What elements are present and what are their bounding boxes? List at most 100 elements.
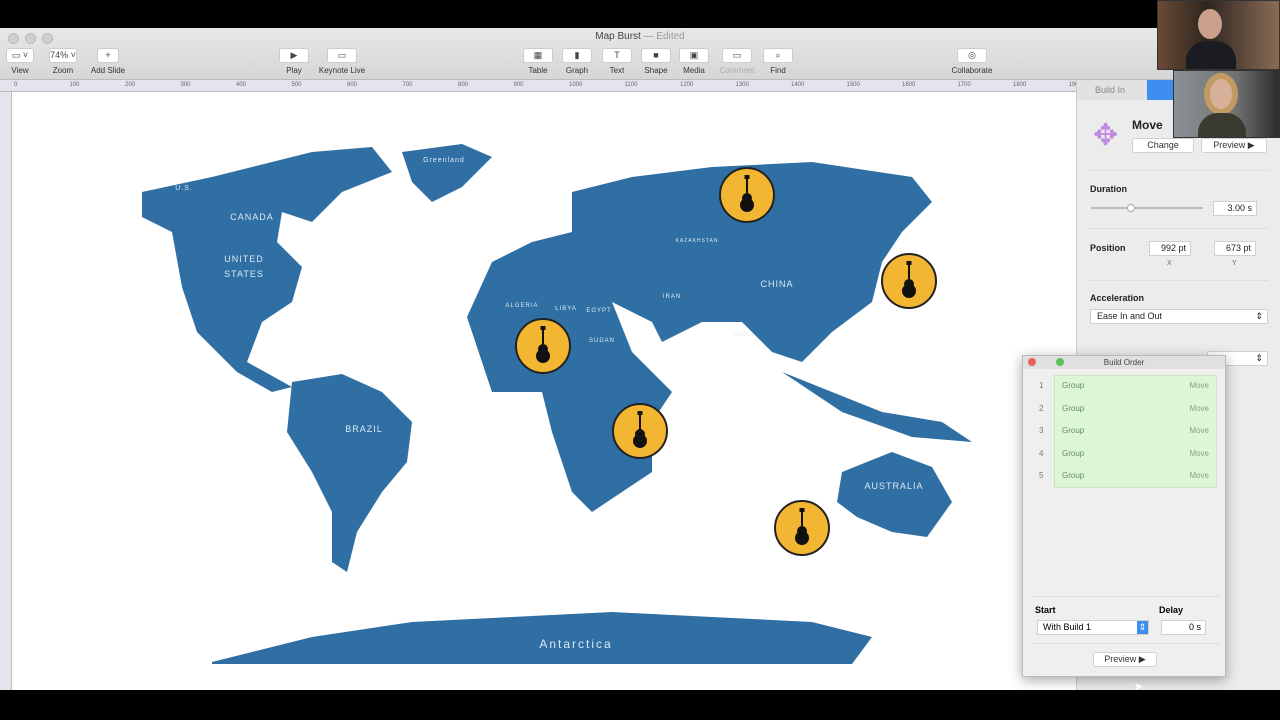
duration-label: Duration: [1090, 184, 1127, 194]
ruler-tick: 800: [458, 82, 469, 88]
build-preview-button[interactable]: Preview ▶: [1093, 652, 1157, 667]
x-label: X: [1167, 260, 1172, 267]
build-effect: Move: [1189, 381, 1209, 390]
effect-name: Move: [1132, 118, 1163, 132]
label-us-short: U.S.: [175, 185, 193, 192]
collaborate-icon: ◎: [957, 48, 987, 63]
build-order-panel: Build Order 1 Group Move 2 Group Move 3 Group Mo…: [1022, 355, 1226, 677]
move-arrows-icon: ✥: [1093, 119, 1119, 152]
label-sudan: SUDAN: [589, 338, 615, 344]
label-greenland: Greenland: [423, 157, 465, 164]
build-number: 5: [1039, 471, 1044, 481]
guitar-marker[interactable]: [719, 167, 775, 223]
ruler-tick: 300: [180, 82, 191, 88]
ruler-tick: 1800: [1013, 82, 1027, 88]
delay-field[interactable]: 0 s: [1161, 620, 1206, 635]
toolbar-add-slide[interactable]: + Add Slide: [78, 48, 138, 75]
label-australia: AUSTRALIA: [864, 481, 923, 491]
guitar-marker[interactable]: [774, 500, 830, 556]
delay-label: Delay: [1159, 605, 1184, 615]
guitar-marker[interactable]: [515, 318, 571, 374]
y-label: Y: [1232, 260, 1237, 267]
toolbar-collaborate[interactable]: ◎ Collaborate: [942, 48, 1002, 75]
label-libya: LIBYA: [555, 306, 577, 312]
acceleration-select[interactable]: Ease In and Out ⇕: [1090, 309, 1268, 324]
guitar-marker[interactable]: [881, 253, 937, 309]
se-asia: [782, 372, 972, 442]
toolbar-label: Collaborate: [951, 66, 993, 75]
position-label: Position: [1090, 243, 1126, 253]
greenland: [402, 144, 492, 202]
north-america: [142, 147, 392, 392]
position-x-field[interactable]: 992 pt: [1149, 241, 1191, 256]
start-select[interactable]: With Build 1 ⇕: [1037, 620, 1149, 635]
label-iran: IRAN: [663, 294, 681, 300]
build-order-title: Build Order: [1023, 356, 1225, 369]
label-canada: CANADA: [230, 212, 274, 222]
label-antarctica: Antarctica: [539, 637, 612, 651]
build-object: Group: [1062, 471, 1085, 481]
ruler-tick: 200: [125, 82, 136, 88]
duration-field[interactable]: 3.00 s: [1213, 201, 1257, 216]
label-kazakhstan: KAZAKHSTAN: [676, 238, 719, 244]
build-effect: Move: [1189, 448, 1209, 458]
ruler-tick: 600: [347, 82, 358, 88]
build-item[interactable]: 4 Group Move: [1023, 443, 1227, 465]
label-algeria: ALGERIA: [505, 303, 538, 309]
ruler-tick: 1300: [735, 82, 749, 88]
build-effect: Move: [1189, 403, 1209, 413]
acceleration-label: Acceleration: [1090, 293, 1145, 303]
label-united: UNITED: [224, 254, 264, 264]
build-item[interactable]: 3 Group Move: [1023, 420, 1227, 442]
build-number: 2: [1039, 403, 1044, 413]
toolbar-find[interactable]: ⌕ Find: [748, 48, 808, 75]
ruler-tick: 1000: [569, 82, 583, 88]
zoom-icon: 74% ˅: [49, 48, 77, 63]
change-button[interactable]: Change: [1132, 138, 1194, 153]
build-effect: Move: [1189, 426, 1209, 436]
position-y-field[interactable]: 673 pt: [1214, 241, 1256, 256]
ruler-tick: 1400: [791, 82, 805, 88]
build-number: 4: [1039, 448, 1044, 458]
add-slide-icon: +: [97, 48, 119, 63]
horizontal-ruler: 0 100 200 300 400 500 600 700 800 900 1000 1100 1200…: [0, 80, 1079, 92]
ruler-tick: 1700: [957, 82, 971, 88]
label-china: CHINA: [760, 279, 793, 289]
build-number: 3: [1039, 426, 1044, 436]
toolbar-keynote-live[interactable]: ▭ Keynote Live: [312, 48, 372, 75]
tab-build-in[interactable]: Build In: [1077, 80, 1147, 100]
guitar-marker[interactable]: [612, 403, 668, 459]
keynote-live-icon: ▭: [327, 48, 357, 63]
play-icon: ▶: [279, 48, 309, 63]
build-effect: Move: [1189, 471, 1209, 481]
ruler-tick: 100: [69, 82, 80, 88]
ruler-tick: 900: [513, 82, 524, 88]
toolbar-label: Find: [770, 66, 786, 75]
slide-canvas[interactable]: Greenland U.S. CANADA UNITED STATES BRAZ…: [12, 92, 1076, 690]
build-item[interactable]: 5 Group Move: [1023, 465, 1227, 487]
build-object: Group: [1062, 426, 1085, 436]
south-america: [287, 374, 412, 572]
toolbar: Map Burst — Edited ▭ ˅ View 74% ˅ Zoom + Add …: [0, 28, 1280, 80]
ruler-tick: 400: [236, 82, 247, 88]
close-icon[interactable]: [1028, 358, 1036, 366]
ruler-tick: 1100: [624, 82, 638, 88]
zoom-icon[interactable]: [1056, 358, 1064, 366]
find-icon: ⌕: [763, 48, 793, 63]
toolbar-label: Keynote Live: [318, 66, 366, 75]
start-label: Start: [1035, 605, 1056, 615]
ruler-tick: 1200: [680, 82, 694, 88]
webcam-participant-2: [1173, 70, 1280, 138]
duration-slider[interactable]: [1091, 204, 1203, 212]
view-icon: ▭ ˅: [6, 48, 34, 63]
toolbar-label: Add Slide: [90, 66, 126, 75]
ruler-tick: 1500: [846, 82, 860, 88]
build-object: Group: [1062, 381, 1085, 390]
webcam-participant-1: [1157, 0, 1280, 70]
label-brazil: BRAZIL: [345, 424, 383, 434]
build-item[interactable]: 2 Group Move: [1023, 398, 1227, 420]
build-item[interactable]: 1 Group Move: [1023, 375, 1227, 397]
media-icon: ▣: [679, 48, 709, 63]
build-number: 1: [1039, 381, 1044, 390]
preview-button[interactable]: Preview ▶: [1201, 138, 1267, 153]
